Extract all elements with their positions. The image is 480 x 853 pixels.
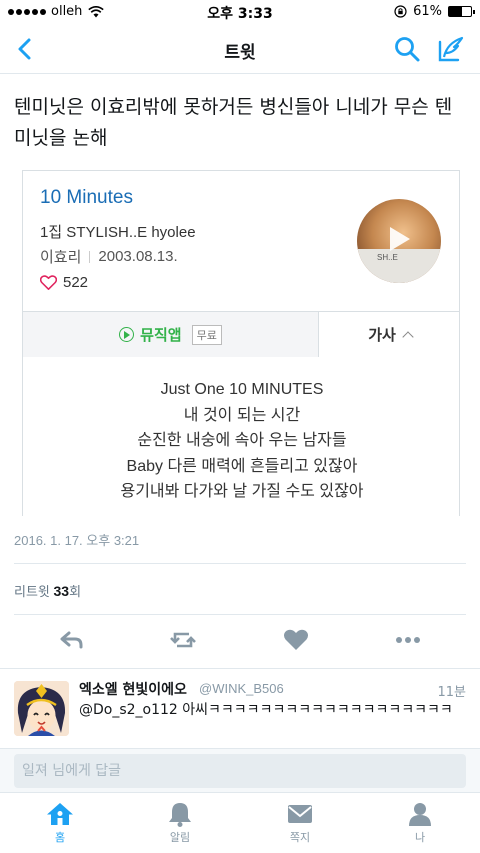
tab-messages-label: 쪽지 — [289, 831, 311, 844]
tab-notifications[interactable]: 알림 — [150, 801, 210, 845]
music-card[interactable]: 10 Minutes 1집 STYLISH..E hyolee 이효리 2003… — [22, 170, 460, 516]
divider — [14, 563, 466, 564]
lyrics-tab-label: 가사 — [368, 326, 396, 344]
tab-home[interactable]: 홈 — [30, 801, 90, 845]
release-date: 2003.08.13. — [98, 248, 178, 265]
compose-tweet-icon[interactable] — [436, 34, 466, 64]
retweet-suffix: 회 — [69, 584, 82, 599]
music-app-label: 뮤직앱 — [140, 326, 182, 344]
nav-bar: 트윗 — [0, 24, 480, 74]
lyrics-line: 내 것이 되는 시간 — [183, 406, 301, 424]
home-icon — [47, 803, 73, 825]
reply-icon[interactable] — [58, 628, 86, 652]
person-icon — [409, 803, 431, 826]
tweet-timestamp: 2016. 1. 17. 오후 3:21 — [14, 533, 140, 548]
meta-divider — [89, 250, 91, 263]
album-art-caption-area — [357, 249, 441, 283]
tweet-text: 텐미닛은 이효리밖에 못하거든 병신들아 니네가 무슨 텐미닛을 논해 — [14, 96, 453, 149]
card-tab-row: 뮤직앱 무료 가사 — [23, 311, 459, 357]
reply-author-name[interactable]: 엑소엘 현빛이에오 — [79, 679, 187, 699]
retweet-icon[interactable] — [169, 628, 197, 652]
status-bar: olleh 오후 3:33 61% — [0, 0, 480, 24]
chevron-up-icon — [402, 331, 414, 343]
bell-icon — [169, 803, 191, 827]
battery-fill — [449, 7, 463, 16]
retweet-count: 33 — [53, 583, 70, 599]
lyrics-line: 용기내봐 다가와 날 가질 수도 있잖아 — [120, 483, 364, 500]
orientation-lock-icon — [394, 5, 407, 18]
status-right: 61% — [394, 4, 475, 19]
battery-icon — [448, 6, 475, 17]
reply-time: 11분 — [437, 685, 466, 700]
tab-home-label: 홈 — [54, 831, 66, 844]
album-art[interactable]: SH..E — [357, 199, 441, 283]
play-icon[interactable] — [390, 227, 410, 251]
tweet-actions — [0, 620, 480, 660]
music-play-icon — [119, 327, 135, 342]
avatar-image — [14, 681, 69, 736]
reply-input-bar — [0, 748, 480, 792]
lyrics-line: Baby 다른 매력에 흔들리고 있잖아 — [126, 457, 358, 475]
song-title[interactable]: 10 Minutes — [40, 187, 133, 209]
tab-notifications-label: 알림 — [169, 831, 191, 844]
reply-tweet[interactable]: 엑소엘 현빛이에오 @WINK_B506 11분 @Do_s2_o112 아씨ㅋ… — [0, 668, 480, 748]
lyrics-tab[interactable]: 가사 — [319, 312, 459, 357]
song-meta: 이효리 2003.08.13. — [40, 246, 178, 267]
envelope-icon — [288, 805, 312, 823]
album-name: 1집 STYLISH..E hyolee — [40, 224, 196, 241]
artist-name: 이효리 — [40, 249, 82, 266]
tab-messages[interactable]: 쪽지 — [270, 801, 330, 845]
more-options-icon[interactable] — [394, 628, 422, 652]
back-chevron-icon[interactable] — [10, 34, 40, 64]
lyrics-line: 순진한 내숭에 속아 우는 남자들 — [137, 432, 347, 449]
lyrics-block: Just One 10 MINUTES 내 것이 되는 시간 순진한 내숭에 속… — [23, 377, 459, 505]
lyrics-line: Just One 10 MINUTES — [160, 381, 324, 398]
like-counter[interactable]: 522 — [40, 274, 88, 291]
retweet-count-row[interactable]: 리트윗 33회 — [14, 581, 81, 600]
like-heart-icon[interactable] — [282, 628, 310, 652]
tab-me[interactable]: 나 — [390, 801, 450, 845]
reply-author-handle: @WINK_B506 — [199, 681, 284, 696]
avatar[interactable] — [14, 681, 69, 736]
reply-input[interactable] — [14, 754, 466, 788]
bottom-tab-bar: 홈 알림 쪽지 나 — [0, 792, 480, 853]
divider — [14, 614, 466, 615]
album-art-text: SH..E — [377, 253, 398, 262]
battery-percent: 61% — [413, 4, 442, 19]
free-badge: 무료 — [191, 324, 222, 345]
heart-outline-icon — [40, 275, 57, 290]
retweet-label: 리트윗 — [14, 584, 50, 599]
tab-me-label: 나 — [414, 831, 426, 844]
like-count: 522 — [63, 274, 89, 291]
search-icon[interactable] — [392, 34, 422, 64]
music-app-tab[interactable]: 뮤직앱 무료 — [23, 312, 319, 357]
reply-text: @Do_s2_o112 아씨ㅋㅋㅋㅋㅋㅋㅋㅋㅋㅋㅋㅋㅋㅋㅋㅋㅋㅋㅋ — [79, 702, 453, 718]
